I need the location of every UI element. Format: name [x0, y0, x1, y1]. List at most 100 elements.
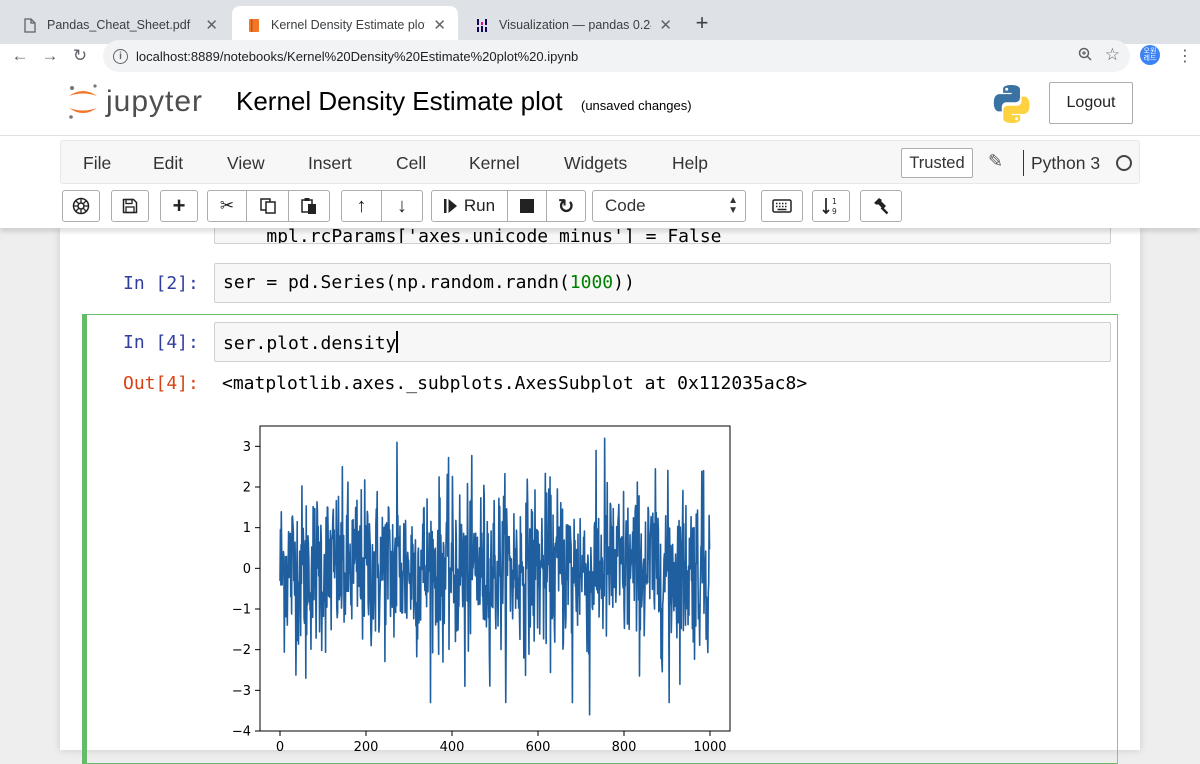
- copy-icon: [259, 198, 276, 214]
- arrow-up-icon: ↑: [356, 194, 367, 217]
- address-bar[interactable]: i localhost:8889/notebooks/Kernel%20Dens…: [103, 40, 1130, 72]
- kernel-name[interactable]: Python 3: [1031, 153, 1100, 174]
- more-menu-icon[interactable]: ⋮: [1177, 46, 1193, 66]
- cell-type-select[interactable]: Code ▲ ▼: [592, 190, 746, 222]
- kernel-idle-indicator-icon: [1116, 155, 1132, 171]
- profile-avatar[interactable]: 오원 레드: [1140, 45, 1160, 65]
- info-icon[interactable]: i: [113, 48, 128, 64]
- run-label: Run: [463, 196, 496, 215]
- jupyter-logo[interactable]: jupyter: [66, 82, 203, 122]
- menu-cell[interactable]: Cell: [396, 153, 426, 174]
- menu-help[interactable]: Help: [672, 153, 708, 174]
- keyboard-command-icon: [72, 197, 90, 215]
- close-icon[interactable]: ✕: [205, 16, 218, 34]
- scissors-icon: ✂: [219, 196, 235, 215]
- menu-widgets[interactable]: Widgets: [564, 153, 627, 174]
- move-up-button[interactable]: ↑: [341, 190, 382, 222]
- browser-tabstrip: Pandas_Cheat_Sheet.pdf ✕ Kernel Density …: [0, 0, 1200, 44]
- back-arrow-icon[interactable]: ←: [8, 46, 32, 66]
- code-text: ser.plot.density: [223, 333, 397, 354]
- y-tick-label: 2: [243, 481, 251, 496]
- x-axis: 0 200 400 600 800 1000: [276, 731, 727, 755]
- svg-text:9: 9: [832, 207, 837, 216]
- insert-cell-button[interactable]: +: [160, 190, 198, 222]
- y-tick-label: 3: [243, 440, 251, 455]
- input-prompt: In [4]:: [123, 332, 199, 353]
- sort-numeric-icon: 19: [822, 197, 837, 216]
- save-button[interactable]: [111, 190, 149, 222]
- x-tick-label: 600: [526, 740, 551, 755]
- sort-button[interactable]: 19: [812, 190, 850, 222]
- jupyter-header: jupyter Kernel Density Estimate plot (un…: [0, 72, 1200, 136]
- x-tick-label: 800: [612, 740, 637, 755]
- input-prompt: In [2]:: [123, 273, 199, 294]
- tab-pandas-visualization[interactable]: Visualization — pandas 0.24.2 ✕: [460, 6, 684, 44]
- browser-toolbar: ← → ↻ i localhost:8889/notebooks/Kernel%…: [0, 40, 1200, 72]
- keyboard-shortcuts-button[interactable]: [761, 190, 803, 222]
- tab-title: Pandas_Cheat_Sheet.pdf: [47, 18, 191, 32]
- menu-kernel[interactable]: Kernel: [469, 153, 520, 174]
- code-cell-2[interactable]: ser = pd.Series(np.random.randn(1000)): [214, 263, 1111, 303]
- jupyter-logo-icon: [69, 84, 97, 119]
- menu-insert[interactable]: Insert: [308, 153, 352, 174]
- x-tick-label: 1000: [693, 740, 726, 755]
- plus-icon: +: [172, 193, 186, 218]
- code-text: ser = pd.Series(np.random.randn(: [223, 272, 570, 293]
- bookmark-star-icon[interactable]: ☆: [1105, 45, 1120, 65]
- reload-icon[interactable]: ↻: [68, 46, 92, 66]
- tab-kernel-density[interactable]: Kernel Density Estimate plot ✕: [232, 6, 458, 44]
- close-icon[interactable]: ✕: [659, 16, 672, 34]
- python-logo-icon: [990, 82, 1034, 131]
- restart-icon: ↻: [557, 195, 575, 218]
- document-icon: [22, 17, 38, 33]
- notebook-title[interactable]: Kernel Density Estimate plot: [236, 86, 563, 117]
- y-tick-label: 1: [243, 521, 251, 536]
- hammer-icon: [874, 198, 889, 215]
- menu-view[interactable]: View: [227, 153, 265, 174]
- new-tab-button[interactable]: +: [690, 10, 714, 36]
- y-tick-label: 0: [243, 562, 251, 577]
- copy-button[interactable]: [246, 190, 289, 222]
- svg-text:1: 1: [832, 197, 837, 206]
- interrupt-button[interactable]: [507, 190, 547, 222]
- cut-button[interactable]: ✂: [207, 190, 247, 222]
- run-button[interactable]: Run: [431, 190, 508, 222]
- code-cell-4[interactable]: ser.plot.density: [214, 322, 1111, 362]
- restart-button[interactable]: ↻: [546, 190, 586, 222]
- close-icon[interactable]: ✕: [433, 16, 446, 34]
- move-down-button[interactable]: ↓: [381, 190, 423, 222]
- forward-arrow-icon[interactable]: →: [38, 46, 62, 66]
- code-text: )): [613, 272, 635, 293]
- trusted-button[interactable]: Trusted: [901, 148, 973, 178]
- notebook-container: mpl.rcParams['axes.unicode_minus'] = Fal…: [60, 216, 1140, 764]
- menu-file[interactable]: File: [83, 153, 111, 174]
- command-palette-button[interactable]: [62, 190, 100, 222]
- notebook-icon: [246, 17, 262, 33]
- y-tick-label: −1: [232, 603, 251, 618]
- tab-pandas-cheat-sheet[interactable]: Pandas_Cheat_Sheet.pdf ✕: [8, 6, 230, 44]
- hammer-button[interactable]: [860, 190, 902, 222]
- logout-button[interactable]: Logout: [1049, 82, 1133, 124]
- text-cursor: [396, 331, 398, 353]
- pencil-icon[interactable]: ✎: [988, 151, 1003, 172]
- divider: [1023, 150, 1024, 176]
- paste-button[interactable]: [288, 190, 330, 222]
- zoom-icon[interactable]: [1078, 47, 1092, 65]
- arrow-down-icon: ↓: [397, 194, 407, 217]
- save-icon: [122, 198, 138, 214]
- menu-edit[interactable]: Edit: [153, 153, 183, 174]
- stop-icon: [520, 199, 534, 213]
- output-text: <matplotlib.axes._subplots.AxesSubplot a…: [222, 373, 808, 394]
- save-status: (unsaved changes): [581, 98, 692, 113]
- y-tick-label: −3: [232, 684, 251, 699]
- output-prompt: Out[4]:: [123, 373, 199, 394]
- logo-text: jupyter: [106, 85, 204, 118]
- code-text: mpl.rcParams['axes.unicode_minus'] = Fal…: [266, 226, 722, 244]
- step-forward-icon: [443, 199, 457, 213]
- tab-title: Visualization — pandas 0.24.2: [499, 18, 652, 32]
- cell-type-value: Code: [605, 196, 646, 215]
- pandas-icon: [474, 17, 490, 33]
- code-number: 1000: [569, 272, 614, 293]
- x-tick-label: 200: [354, 740, 379, 755]
- x-tick-label: 0: [276, 740, 284, 755]
